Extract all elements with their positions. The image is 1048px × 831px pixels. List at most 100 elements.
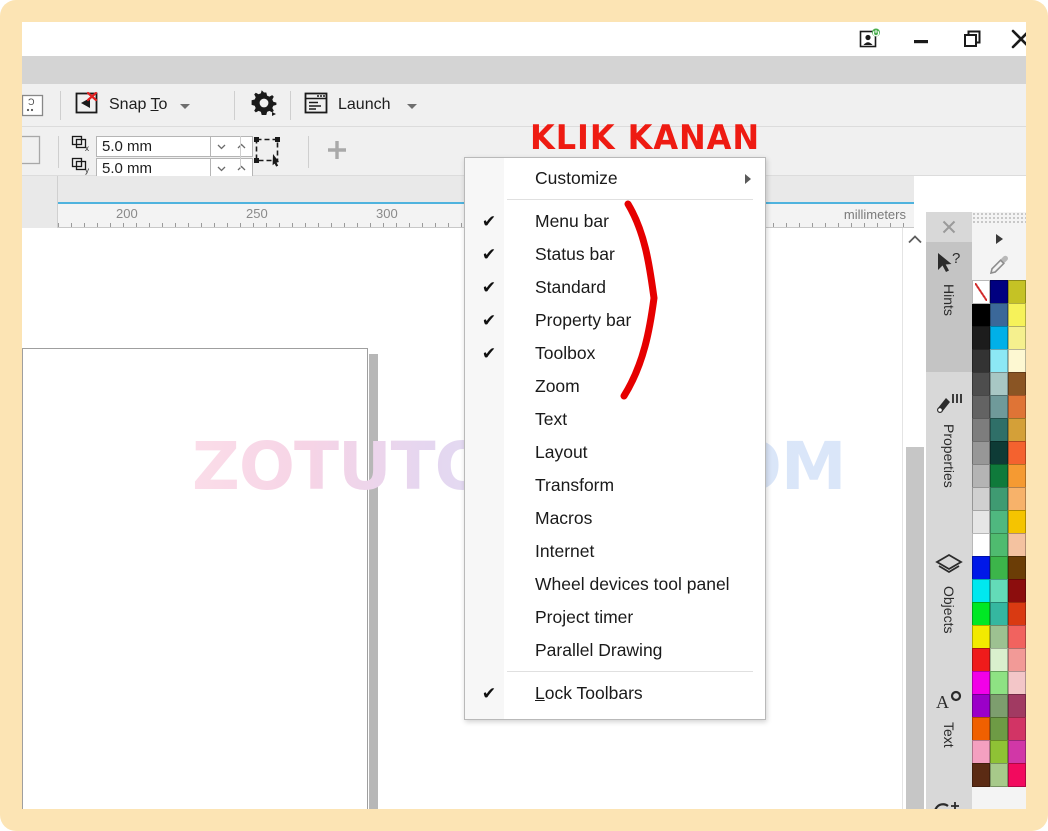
vertical-scrollbar[interactable] — [902, 228, 926, 809]
color-swatch[interactable] — [971, 693, 990, 718]
color-swatch[interactable] — [971, 417, 990, 442]
docker-close-button[interactable] — [926, 212, 972, 242]
color-swatch[interactable] — [1007, 762, 1026, 787]
color-swatch[interactable] — [989, 647, 1008, 672]
palette-expand-arrow-icon[interactable] — [972, 228, 1026, 250]
context-menu-item[interactable]: ✔ Status bar — [465, 238, 765, 271]
options-button[interactable] — [248, 88, 280, 122]
context-menu-item[interactable]: ✔ Menu bar — [465, 205, 765, 238]
partial-toolbar-button-left[interactable]: Ɔ — [22, 88, 48, 122]
color-swatch[interactable] — [971, 486, 990, 511]
add-button[interactable] — [322, 135, 352, 169]
color-swatch[interactable] — [971, 348, 990, 373]
color-palette[interactable] — [971, 212, 1026, 809]
sidebar-item-text[interactable]: A Text — [926, 682, 972, 787]
color-swatch[interactable] — [1007, 302, 1026, 327]
nudge-x-value[interactable]: 5.0 mm — [96, 136, 211, 157]
context-menu-item[interactable]: Customize — [465, 162, 765, 195]
color-swatch[interactable] — [971, 624, 990, 649]
color-swatch[interactable] — [971, 302, 990, 327]
color-swatch[interactable] — [971, 647, 990, 672]
color-swatch[interactable] — [1007, 486, 1026, 511]
color-swatch[interactable] — [1007, 693, 1026, 718]
color-swatch[interactable] — [1007, 670, 1026, 695]
color-swatch[interactable] — [971, 578, 990, 603]
scroll-up-button[interactable] — [903, 228, 927, 250]
color-swatch[interactable] — [1007, 601, 1026, 626]
ruler-corner[interactable] — [22, 176, 58, 228]
color-swatch[interactable] — [971, 739, 990, 764]
color-swatch[interactable] — [1007, 325, 1026, 350]
context-menu-item[interactable]: ✔ Toolbox — [465, 337, 765, 370]
color-swatch[interactable] — [1007, 716, 1026, 741]
palette-swatch-grid[interactable] — [971, 279, 1026, 787]
color-swatch[interactable] — [971, 555, 990, 580]
restore-button[interactable] — [950, 22, 996, 56]
color-swatch[interactable] — [971, 325, 990, 350]
toolbar-context-menu[interactable]: Customize ✔ Menu bar ✔ Status bar ✔ Standard ✔ P… — [464, 157, 766, 720]
color-swatch[interactable] — [971, 440, 990, 465]
context-menu-item[interactable]: ✔ Standard — [465, 271, 765, 304]
color-swatch[interactable] — [989, 348, 1008, 373]
color-swatch[interactable] — [971, 463, 990, 488]
color-swatch[interactable] — [971, 670, 990, 695]
context-menu-item[interactable]: Transform — [465, 469, 765, 502]
color-swatch[interactable] — [989, 716, 1008, 741]
color-swatch[interactable] — [989, 440, 1008, 465]
color-swatch[interactable] — [1007, 647, 1026, 672]
context-menu-item[interactable]: Internet — [465, 535, 765, 568]
sidebar-item-hints[interactable]: ? Hints — [926, 242, 972, 372]
context-menu-item[interactable]: Layout — [465, 436, 765, 469]
context-menu-item[interactable]: Project timer — [465, 601, 765, 634]
color-swatch[interactable] — [989, 371, 1008, 396]
color-swatch[interactable] — [1007, 371, 1026, 396]
color-swatch[interactable] — [971, 394, 990, 419]
sidebar-item-properties[interactable]: Properties — [926, 384, 972, 534]
color-swatch[interactable] — [989, 693, 1008, 718]
color-swatch[interactable] — [971, 762, 990, 787]
color-swatch[interactable] — [1007, 739, 1026, 764]
color-swatch[interactable] — [989, 578, 1008, 603]
minimize-button[interactable] — [898, 22, 944, 56]
color-swatch[interactable] — [989, 302, 1008, 327]
color-swatch[interactable] — [989, 509, 1008, 534]
context-menu-item[interactable]: Macros — [465, 502, 765, 535]
palette-grip[interactable] — [972, 212, 1026, 225]
color-swatch[interactable] — [989, 624, 1008, 649]
color-swatch[interactable] — [1007, 532, 1026, 557]
launch-button[interactable]: Launch — [302, 88, 417, 122]
context-menu-item[interactable]: Parallel Drawing — [465, 634, 765, 667]
color-swatch[interactable] — [1007, 463, 1026, 488]
color-swatch[interactable] — [989, 486, 1008, 511]
color-swatch[interactable] — [1007, 279, 1026, 304]
color-swatch[interactable] — [1007, 440, 1026, 465]
color-swatch[interactable] — [1007, 578, 1026, 603]
color-swatch[interactable] — [989, 739, 1008, 764]
partial-property-button-left[interactable] — [22, 133, 44, 167]
color-swatch[interactable] — [971, 279, 990, 304]
scrollbar-thumb[interactable] — [906, 447, 924, 809]
color-swatch[interactable] — [971, 371, 990, 396]
color-swatch[interactable] — [989, 555, 1008, 580]
color-swatch[interactable] — [971, 601, 990, 626]
color-swatch[interactable] — [989, 762, 1008, 787]
color-swatch[interactable] — [1007, 394, 1026, 419]
context-menu-item[interactable]: ✔ Lock Toolbars — [465, 677, 765, 710]
color-swatch[interactable] — [989, 601, 1008, 626]
color-swatch[interactable] — [989, 463, 1008, 488]
nudge-x-down-button[interactable] — [211, 137, 232, 156]
color-swatch[interactable] — [971, 532, 990, 557]
sidebar-item-objects[interactable]: Objects — [926, 546, 972, 671]
color-swatch[interactable] — [971, 509, 990, 534]
context-menu-item[interactable]: ✔ Property bar — [465, 304, 765, 337]
close-button[interactable] — [998, 22, 1026, 56]
eyedropper-icon[interactable] — [972, 252, 1026, 278]
color-swatch[interactable] — [971, 716, 990, 741]
color-swatch[interactable] — [1007, 555, 1026, 580]
snap-to-button[interactable]: Snap To — [72, 88, 191, 122]
color-swatch[interactable] — [1007, 624, 1026, 649]
treat-as-filled-button[interactable] — [250, 135, 284, 169]
color-swatch[interactable] — [989, 279, 1008, 304]
color-swatch[interactable] — [989, 417, 1008, 442]
nudge-x-spin-buttons[interactable] — [211, 136, 253, 157]
